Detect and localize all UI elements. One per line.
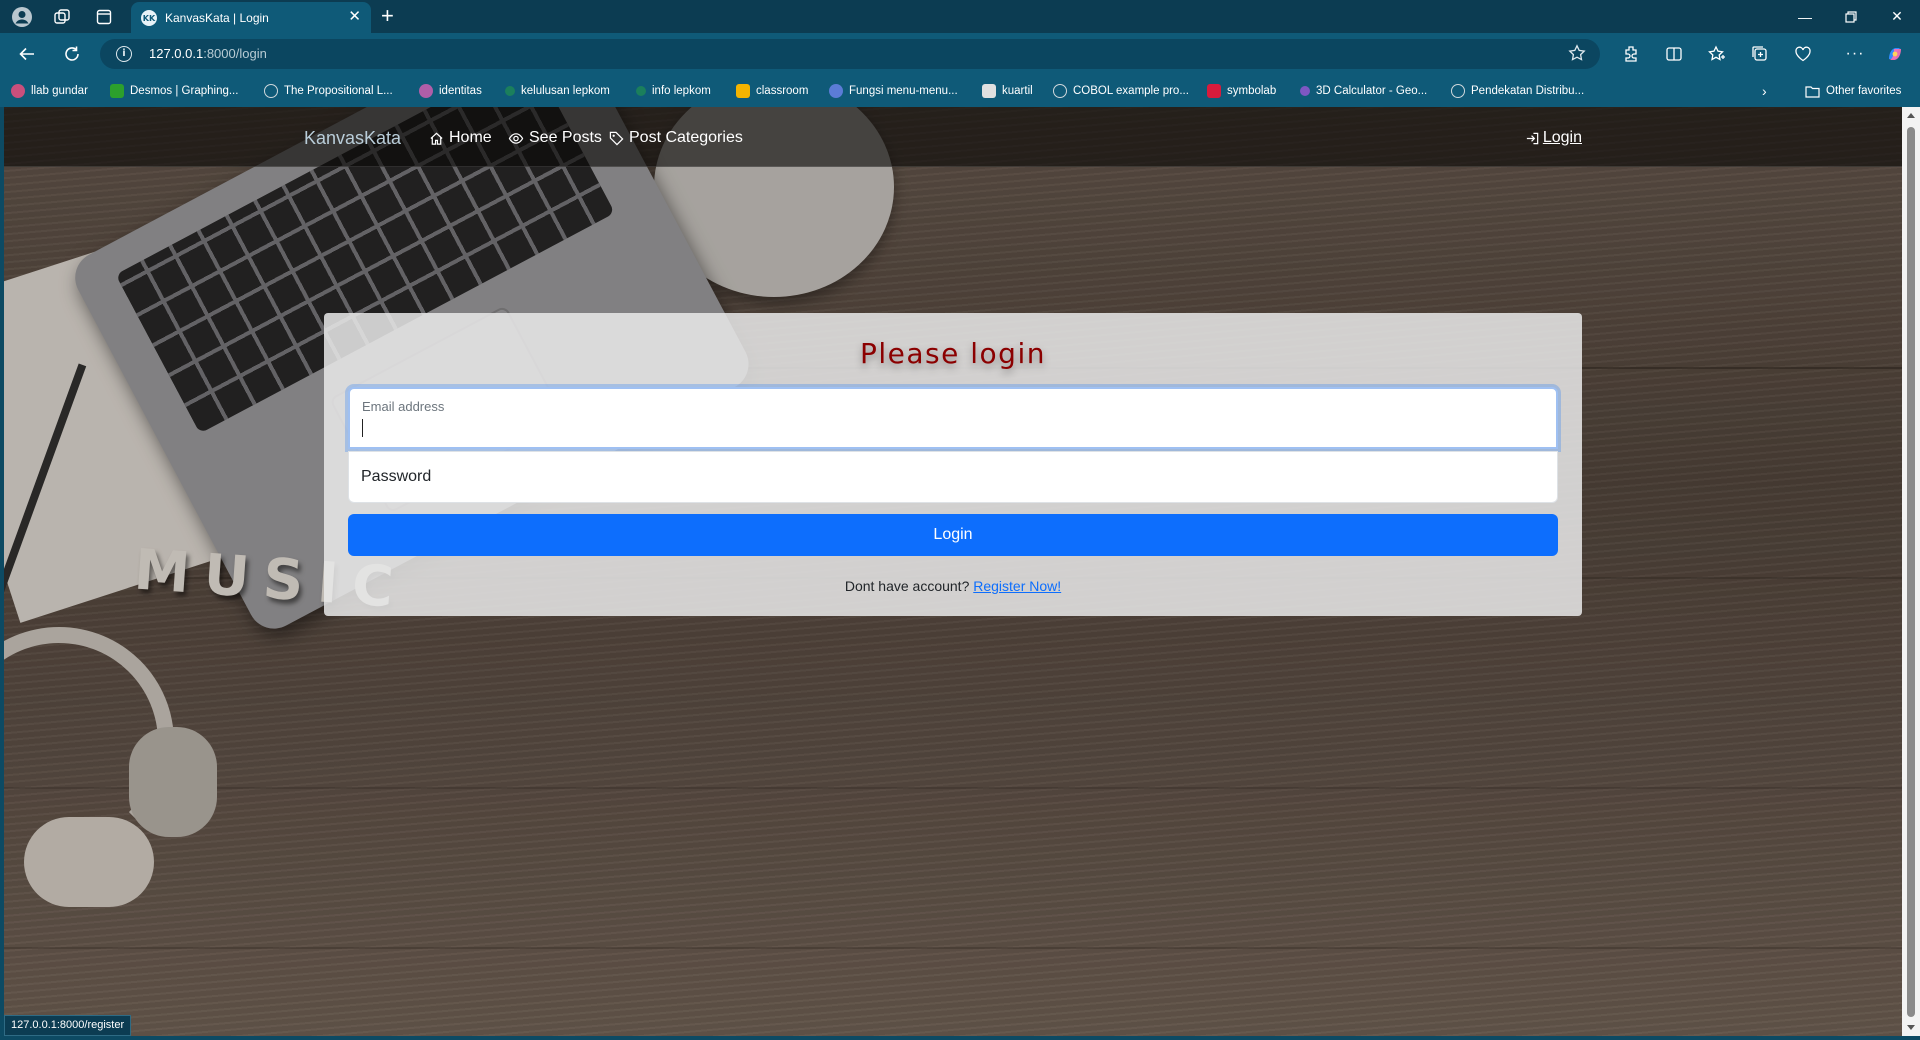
bookmark-item[interactable]: classroom (736, 82, 808, 100)
refresh-icon[interactable] (58, 41, 86, 67)
nav-post-categories[interactable]: Post Categories (609, 129, 743, 147)
restore-window-icon[interactable] (1828, 0, 1874, 33)
tab-title: KanvasKata | Login (165, 11, 269, 25)
wordpress-icon (829, 84, 843, 98)
address-bar[interactable]: i 127.0.0.1:8000/login (100, 39, 1600, 69)
register-prompt-line: Dont have account? Register Now! (324, 578, 1582, 594)
eye-icon (508, 132, 524, 144)
nav-home-label: Home (449, 129, 492, 146)
bookmark-item[interactable]: info lepkom (636, 82, 711, 100)
back-icon[interactable] (13, 41, 41, 67)
address-url: 127.0.0.1:8000/login (149, 46, 267, 61)
copilot-icon[interactable] (1884, 43, 1906, 65)
site-info-icon[interactable]: i (116, 46, 132, 62)
workspaces-button[interactable] (50, 5, 74, 29)
email-label: Email address (362, 399, 445, 414)
geogebra-icon (1300, 86, 1310, 96)
bookmark-item[interactable]: kelulusan lepkom (505, 82, 610, 100)
status-bar-url: 127.0.0.1:8000/register (4, 1015, 132, 1036)
nav-post-categories-label: Post Categories (629, 129, 743, 146)
site-favicon-icon: KK (141, 10, 157, 26)
nav-see-posts-label: See Posts (529, 129, 602, 146)
bookmark-favicon-icon (1451, 84, 1465, 98)
bookmark-item[interactable]: Desmos | Graphing... (110, 82, 238, 100)
folder-icon (1805, 85, 1820, 98)
nav-see-posts[interactable]: See Posts (508, 129, 602, 147)
tab-actions-icon (96, 9, 112, 25)
profile-avatar[interactable] (10, 5, 34, 29)
bookmark-item[interactable]: kuartil (982, 82, 1033, 100)
minimize-window-icon[interactable]: — (1782, 0, 1828, 33)
classroom-icon (736, 84, 750, 98)
nav-login-link[interactable]: Login (1525, 129, 1582, 147)
browser-tab-active[interactable]: KK KanvasKata | Login ✕ (131, 2, 371, 33)
scrollbar-thumb[interactable] (1907, 127, 1915, 1017)
bookmark-item[interactable]: The Propositional L... (264, 82, 393, 100)
login-title: Please login (860, 337, 1046, 370)
other-favorites[interactable]: Other favorites (1805, 82, 1901, 100)
bookmark-favicon-icon (110, 84, 124, 98)
favorite-star-icon[interactable] (1568, 44, 1586, 67)
password-label: Password (361, 468, 432, 485)
site-navbar: KanvasKata Home See Posts Post Categorie… (4, 107, 1902, 167)
bookmark-item[interactable]: Pendekatan Distribu... (1451, 82, 1584, 100)
scroll-down-icon[interactable] (1907, 1025, 1915, 1030)
globe-icon (264, 84, 278, 98)
browser-tab-bar: KK KanvasKata | Login ✕ + — ✕ (0, 0, 1920, 33)
register-prompt: Dont have account? (844, 578, 970, 594)
bookmark-item[interactable]: COBOL example pro... (1053, 82, 1189, 100)
profile-icon (12, 7, 32, 27)
tag-icon (609, 131, 624, 145)
browser-toolbar: i 127.0.0.1:8000/login ··· (0, 33, 1920, 75)
password-field[interactable]: Password (348, 451, 1558, 503)
extensions-icon[interactable] (1620, 43, 1642, 65)
symbolab-icon (1207, 84, 1221, 98)
bookmark-favicon-icon (982, 84, 996, 98)
tab-actions-button[interactable] (92, 5, 116, 29)
nav-login-label: Login (1542, 129, 1582, 146)
bookmark-favicon-icon (419, 84, 433, 98)
bookmarks-bar: llab gundar Desmos | Graphing... The Pro… (0, 75, 1920, 107)
bookmark-item[interactable]: 3D Calculator - Geo... (1300, 82, 1427, 100)
new-tab-icon[interactable]: + (381, 3, 394, 29)
favorites-icon[interactable] (1706, 43, 1728, 65)
close-window-icon[interactable]: ✕ (1874, 0, 1920, 33)
page-scrollbar[interactable] (1902, 107, 1920, 1036)
nav-home[interactable]: Home (429, 129, 492, 147)
bookmarks-overflow-icon[interactable]: › (1762, 82, 1767, 100)
browser-essentials-icon[interactable] (1792, 43, 1814, 65)
bookmark-favicon-icon (505, 86, 515, 96)
bookmark-item[interactable]: symbolab (1207, 82, 1276, 100)
register-link[interactable]: Register Now! (973, 578, 1061, 594)
tab-close-icon[interactable]: ✕ (348, 8, 361, 26)
bookmark-favicon-icon (11, 84, 25, 98)
login-card: Please login Email address Password Logi… (324, 313, 1582, 616)
globe-icon (1053, 84, 1067, 98)
workspaces-icon (54, 9, 70, 24)
login-button[interactable]: Login (348, 514, 1558, 556)
split-screen-icon[interactable] (1663, 43, 1685, 65)
bookmark-item[interactable]: llab gundar (11, 82, 88, 100)
house-icon (430, 132, 443, 145)
text-cursor (362, 419, 363, 437)
bookmark-favicon-icon (636, 86, 646, 96)
page-viewport: MUSIC KanvasKata Home See Posts Post Cat… (4, 107, 1902, 1036)
bookmark-item[interactable]: identitas (419, 82, 482, 100)
more-menu-icon[interactable]: ··· (1844, 43, 1866, 65)
collections-icon[interactable] (1749, 43, 1771, 65)
bookmark-item[interactable]: Fungsi menu-menu... (829, 82, 958, 100)
scroll-up-icon[interactable] (1907, 113, 1915, 118)
login-arrow-icon (1526, 132, 1539, 144)
site-brand[interactable]: KanvasKata (304, 128, 401, 149)
email-field[interactable]: Email address (348, 387, 1558, 449)
